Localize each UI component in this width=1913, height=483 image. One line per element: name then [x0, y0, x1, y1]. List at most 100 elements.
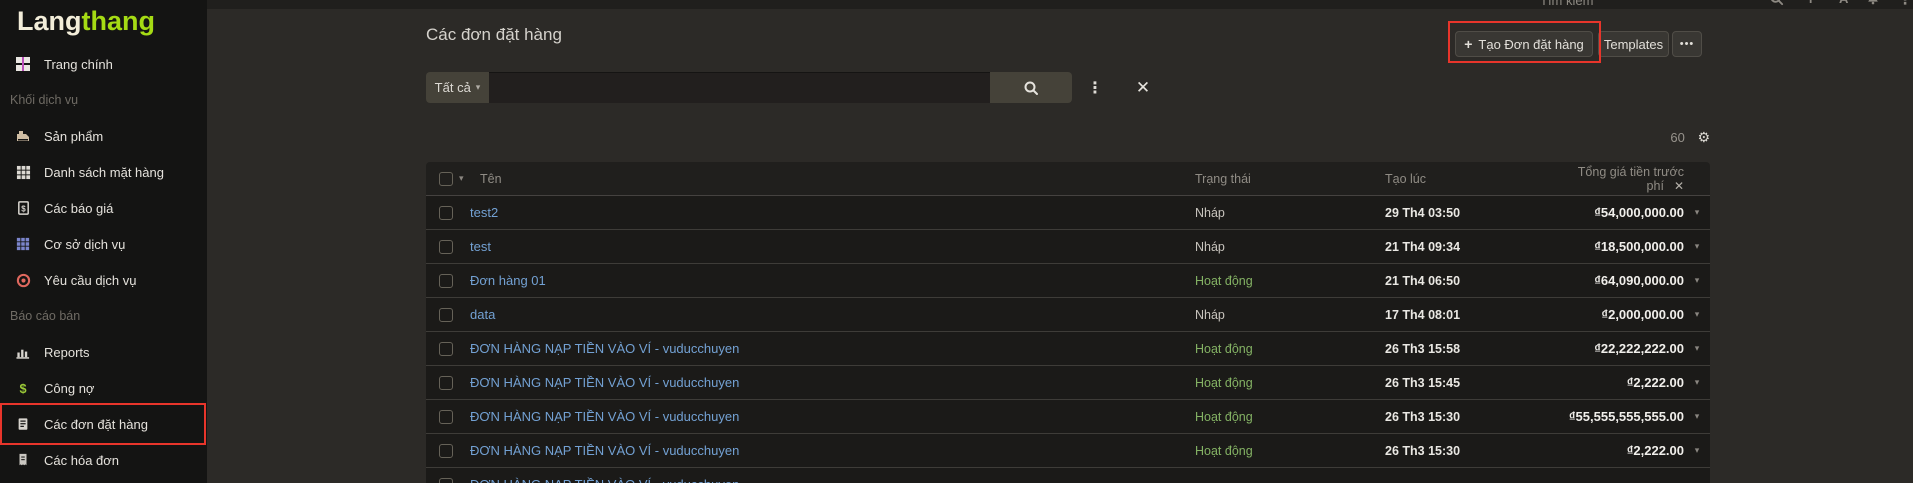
sidebar-item[interactable]: Trang chính — [0, 46, 207, 82]
created-timestamp: 26 Th3 15:30 — [1385, 444, 1540, 458]
sidebar-item[interactable]: Reports — [0, 334, 207, 370]
clear-search-icon[interactable]: ✕ — [1132, 74, 1154, 101]
row-checkbox[interactable] — [439, 376, 453, 390]
table-row: test2Nháp29 Th4 03:50₫54,000,000.00▾ — [426, 196, 1710, 230]
kebab-icon[interactable]: ⋮ — [1898, 0, 1913, 7]
grid-3x3-blue-icon — [13, 237, 33, 251]
table-row: data Nháp17 Th4 08:01₫2,000,000.00▾ — [426, 298, 1710, 332]
grid-2x2-icon — [13, 56, 33, 72]
sidebar-item[interactable]: Các đơn đặt hàng — [0, 406, 207, 442]
filter-dropdown[interactable]: Tất cả ▾ — [426, 72, 489, 103]
create-order-button[interactable]: + Tạo Đơn đặt hàng — [1455, 31, 1593, 57]
search-icon — [1023, 80, 1039, 96]
plus-icon: + — [1464, 36, 1472, 52]
row-dropdown-icon[interactable]: ▾ — [1684, 241, 1710, 252]
logo-part-2: thang — [82, 6, 156, 36]
row-checkbox[interactable] — [439, 206, 453, 220]
global-search-placeholder[interactable]: Tìm kiếm — [1540, 0, 1593, 8]
header-status[interactable]: Trạng thái — [1195, 172, 1385, 186]
status-badge: Nháp — [1195, 308, 1385, 322]
row-checkbox[interactable] — [439, 274, 453, 288]
order-name-link[interactable]: ĐƠN HÀNG NẠP TIỀN VÀO VÍ - vuducchuyen — [470, 341, 739, 356]
select-all-checkbox[interactable] — [439, 172, 453, 186]
order-name-link[interactable]: ĐƠN HÀNG NẠP TIỀN VÀO VÍ - vuducchuyen — [470, 443, 739, 458]
templates-button[interactable]: Templates — [1598, 31, 1669, 57]
row-check-cell — [426, 478, 470, 483]
row-checkbox[interactable] — [439, 444, 453, 458]
sidebar-item-label: Yêu cầu dịch vụ — [44, 273, 137, 288]
search-menu-kebab-icon[interactable]: ⋮ — [1086, 74, 1104, 101]
row-checkbox[interactable] — [439, 240, 453, 254]
total-amount: ₫2,000,000.00 — [1540, 307, 1684, 322]
grid-3x3-icon — [13, 165, 33, 180]
svg-text:$: $ — [19, 382, 26, 396]
letter-a-icon[interactable]: A — [1839, 0, 1855, 7]
top-navbar: Tìm kiếm + A ⋮ — [0, 0, 1913, 9]
row-dropdown-icon[interactable]: ▾ — [1684, 377, 1710, 388]
plus-icon[interactable]: + — [1806, 0, 1822, 7]
status-badge: Hoạt động — [1195, 376, 1385, 390]
row-checkbox[interactable] — [439, 410, 453, 424]
row-checkbox[interactable] — [439, 342, 453, 356]
gear-icon[interactable]: ⚙ — [1697, 129, 1710, 145]
header-total[interactable]: Tổng giá tiền trước phí✕ — [1540, 165, 1684, 193]
order-name-link[interactable]: test — [470, 239, 491, 254]
row-check-cell — [426, 240, 470, 254]
more-actions-button[interactable]: ••• — [1672, 31, 1702, 57]
row-check-cell — [426, 342, 470, 356]
sidebar-item[interactable]: Sản phẩm — [0, 118, 207, 154]
status-badge: Nháp — [1195, 240, 1385, 254]
row-checkbox[interactable] — [439, 308, 453, 322]
row-dropdown-icon[interactable]: ▾ — [1684, 445, 1710, 456]
created-timestamp: 26 Th3 15:45 — [1385, 376, 1540, 390]
sidebar-item[interactable]: Cơ sở dịch vụ — [0, 226, 207, 262]
invoice-icon — [13, 452, 33, 468]
sidebar-item-label: Công nợ — [44, 381, 94, 396]
row-dropdown-icon[interactable]: ▾ — [1684, 309, 1710, 320]
header-check-cell: ▾ — [426, 172, 470, 186]
order-name-link[interactable]: Đơn hàng 01 — [470, 273, 546, 288]
row-dropdown-icon[interactable]: ▾ — [1684, 411, 1710, 422]
order-name-link[interactable]: ĐƠN HÀNG NẠP TIỀN VÀO VÍ - vuducchuyen — [470, 477, 739, 483]
sidebar-item-label: Các hóa đơn — [44, 453, 119, 468]
order-name-link[interactable]: ĐƠN HÀNG NẠP TIỀN VÀO VÍ - vuducchuyen — [470, 375, 739, 390]
app-logo[interactable]: Langthang — [0, 0, 207, 36]
status-badge: Hoạt động — [1195, 410, 1385, 424]
header-created[interactable]: Tạo lúc — [1385, 172, 1540, 186]
row-dropdown-icon[interactable]: ▾ — [1684, 343, 1710, 354]
order-name-link[interactable]: ĐƠN HÀNG NẠP TIỀN VÀO VÍ - vuducchuyen — [470, 409, 739, 424]
result-count: 60 — [1670, 130, 1684, 145]
chevron-down-icon: ▾ — [476, 82, 481, 93]
sidebar-item[interactable]: Các hóa đơn — [0, 442, 207, 478]
search-icon[interactable] — [1769, 0, 1785, 7]
search-button[interactable] — [990, 72, 1072, 103]
sidebar-item[interactable]: Danh sách mặt hàng — [0, 154, 207, 190]
created-timestamp: 21 Th4 06:50 — [1385, 274, 1540, 288]
row-checkbox[interactable] — [439, 478, 453, 483]
app-window: Tìm kiếm + A ⋮ Langthang Trang chínhKhối… — [0, 0, 1913, 483]
header-name[interactable]: Tên — [470, 172, 1195, 186]
order-name-link[interactable]: test2 — [470, 205, 498, 220]
sidebar-item[interactable]: $Các báo giá — [0, 190, 207, 226]
total-amount: ₫55,555,555,555.00 — [1540, 409, 1684, 424]
bell-icon[interactable] — [1866, 0, 1882, 7]
total-amount: ₫22,222,222.00 — [1540, 341, 1684, 356]
row-dropdown-icon[interactable]: ▾ — [1684, 207, 1710, 218]
row-check-cell — [426, 308, 470, 322]
order-name-link[interactable]: data — [470, 307, 495, 322]
created-timestamp: 26 Th3 15:30 — [1385, 410, 1540, 424]
sidebar-item[interactable]: $ Công nợ — [0, 370, 207, 406]
chevron-down-icon[interactable]: ▾ — [459, 173, 464, 184]
list-search-input[interactable] — [489, 72, 990, 103]
status-badge: Hoạt động — [1195, 274, 1385, 288]
row-dropdown-icon[interactable]: ▾ — [1684, 275, 1710, 286]
sidebar-section-label: Khối dịch vụ — [0, 82, 207, 118]
sidebar-item-label: Sản phẩm — [44, 129, 103, 144]
created-timestamp: 17 Th4 08:01 — [1385, 308, 1540, 322]
remove-column-icon[interactable]: ✕ — [1674, 179, 1684, 193]
sidebar-item[interactable]: Yêu cầu dịch vụ — [0, 262, 207, 298]
sidebar-item-label: Danh sách mặt hàng — [44, 165, 164, 180]
sidebar-section-label: Báo cáo bán — [0, 298, 207, 334]
created-timestamp: 29 Th4 03:50 — [1385, 206, 1540, 220]
status-badge: Nháp — [1195, 206, 1385, 220]
